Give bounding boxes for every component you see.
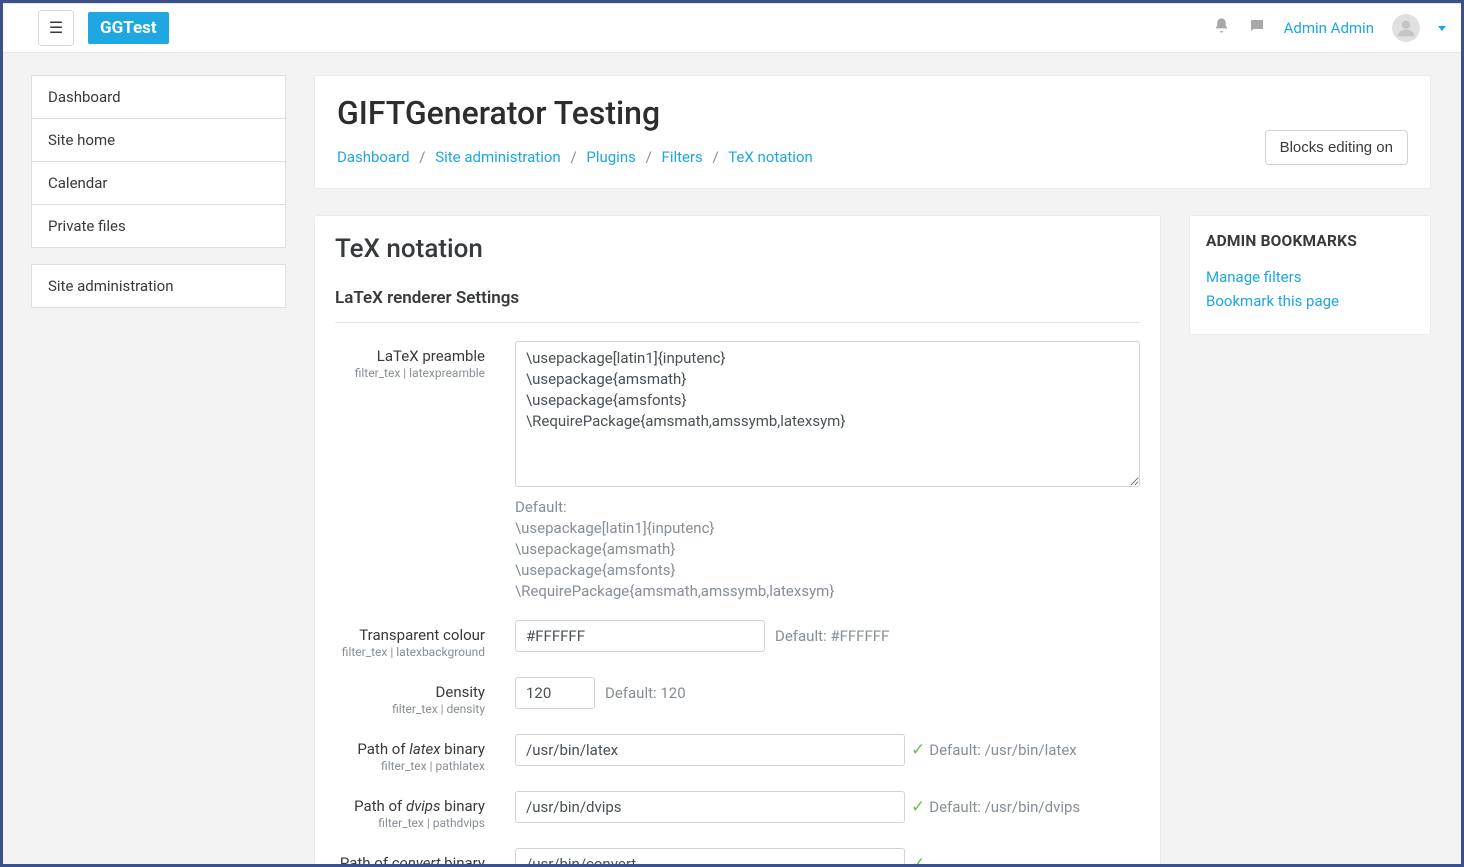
user-menu-name[interactable]: Admin Admin <box>1284 19 1374 37</box>
page-header: GIFTGenerator Testing Dashboard / Site a… <box>314 75 1431 189</box>
sidebar-group-admin: Site administration <box>31 264 286 308</box>
settings-title: TeX notation <box>335 234 1140 264</box>
input-density[interactable] <box>515 677 595 709</box>
input-path-dvips[interactable] <box>515 791 905 823</box>
row-path-convert: Path of convert binary filter_tex | path… <box>335 848 1140 864</box>
settings-card: TeX notation LaTeX renderer Settings LaT… <box>314 215 1161 864</box>
label-density: Density <box>335 683 485 701</box>
default-latex-preamble: Default: \usepackage[latin1]{inputenc} \… <box>515 497 1140 602</box>
sidebar-item-private-files[interactable]: Private files <box>32 205 285 247</box>
breadcrumb-site-admin[interactable]: Site administration <box>435 148 560 166</box>
label-path-latex: Path of latex binary <box>335 740 485 758</box>
label-path-dvips: Path of dvips binary <box>335 797 485 815</box>
page-title: GIFTGenerator Testing <box>337 94 813 132</box>
breadcrumb-plugins[interactable]: Plugins <box>586 148 635 166</box>
breadcrumb-dashboard[interactable]: Dashboard <box>337 148 410 166</box>
key-transparent-colour: filter_tex | latexbackground <box>335 645 485 659</box>
breadcrumb: Dashboard / Site administration / Plugin… <box>337 148 813 166</box>
key-density: filter_tex | density <box>335 702 485 716</box>
sidebar-item-calendar[interactable]: Calendar <box>32 162 285 205</box>
topbar: ☰ GGTest Admin Admin <box>3 3 1461 53</box>
sidebar: Dashboard Site home Calendar Private fil… <box>31 55 286 344</box>
bell-icon[interactable] <box>1213 17 1230 39</box>
row-path-dvips: Path of dvips binary filter_tex | pathdv… <box>335 791 1140 830</box>
key-path-dvips: filter_tex | pathdvips <box>335 816 485 830</box>
settings-section-title: LaTeX renderer Settings <box>335 288 1140 312</box>
admin-bookmarks-title: ADMIN BOOKMARKS <box>1206 232 1414 250</box>
label-path-convert: Path of convert binary <box>335 854 485 864</box>
sidebar-item-site-home[interactable]: Site home <box>32 119 285 162</box>
input-path-convert[interactable] <box>515 848 905 864</box>
label-transparent-colour: Transparent colour <box>335 626 485 644</box>
default-transparent-colour: Default: #FFFFFF <box>775 627 889 645</box>
breadcrumb-filters[interactable]: Filters <box>662 148 703 166</box>
blocks-editing-button[interactable]: Blocks editing on <box>1265 130 1408 165</box>
avatar[interactable] <box>1392 14 1420 42</box>
link-bookmark-page[interactable]: Bookmark this page <box>1206 292 1414 310</box>
brand-logo[interactable]: GGTest <box>88 12 169 44</box>
sidebar-group-main: Dashboard Site home Calendar Private fil… <box>31 75 286 248</box>
hamburger-icon: ☰ <box>49 18 63 38</box>
default-path-latex: Default: /usr/bin/latex <box>929 741 1076 759</box>
default-density: Default: 120 <box>605 684 686 702</box>
key-path-latex: filter_tex | pathlatex <box>335 759 485 773</box>
link-manage-filters[interactable]: Manage filters <box>1206 268 1414 286</box>
check-icon: ✓ <box>911 854 925 864</box>
input-latex-preamble[interactable] <box>515 341 1140 487</box>
chat-icon[interactable] <box>1248 17 1266 40</box>
nav-toggle-button[interactable]: ☰ <box>38 10 74 46</box>
default-path-dvips: Default: /usr/bin/dvips <box>929 798 1080 816</box>
sidebar-item-site-administration[interactable]: Site administration <box>32 265 285 307</box>
label-latex-preamble: LaTeX preamble <box>335 347 485 365</box>
input-path-latex[interactable] <box>515 734 905 766</box>
breadcrumb-tex[interactable]: TeX notation <box>728 148 813 166</box>
row-density: Density filter_tex | density Default: 12… <box>335 677 1140 716</box>
input-transparent-colour[interactable] <box>515 620 765 652</box>
chevron-down-icon[interactable] <box>1438 26 1446 31</box>
check-icon: ✓ <box>911 740 925 760</box>
key-latex-preamble: filter_tex | latexpreamble <box>335 366 485 380</box>
row-transparent-colour: Transparent colour filter_tex | latexbac… <box>335 620 1140 659</box>
admin-bookmarks-card: ADMIN BOOKMARKS Manage filters Bookmark … <box>1189 215 1431 335</box>
check-icon: ✓ <box>911 797 925 817</box>
sidebar-item-dashboard[interactable]: Dashboard <box>32 76 285 119</box>
row-latex-preamble: LaTeX preamble filter_tex | latexpreambl… <box>335 341 1140 602</box>
row-path-latex: Path of latex binary filter_tex | pathla… <box>335 734 1140 773</box>
